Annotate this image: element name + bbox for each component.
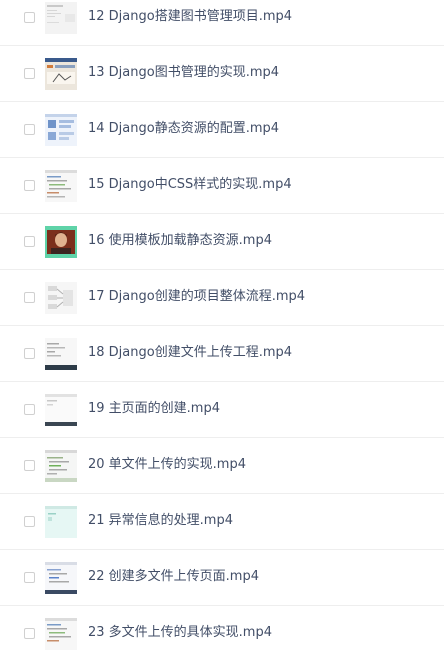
select-checkbox[interactable] — [24, 68, 35, 79]
file-name[interactable]: 15 Django中CSS样式的实现.mp4 — [88, 176, 292, 194]
list-item[interactable]: 16 使用模板加载静态资源.mp4 — [0, 214, 444, 270]
code-blue-icon — [45, 562, 77, 594]
flow-diagram-icon — [45, 282, 77, 314]
blue-diagram-icon — [45, 114, 77, 146]
file-name[interactable]: 22 创建多文件上传页面.mp4 — [88, 568, 259, 586]
select-checkbox[interactable] — [24, 516, 35, 527]
list-item[interactable]: 14 Django静态资源的配置.mp4 — [0, 102, 444, 158]
presenter-photo-icon — [45, 226, 77, 258]
select-checkbox[interactable] — [24, 628, 35, 639]
light-cyan-page-icon — [45, 506, 77, 538]
file-name[interactable]: 21 异常信息的处理.mp4 — [88, 512, 233, 530]
list-item[interactable]: 13 Django图书管理的实现.mp4 — [0, 46, 444, 102]
list-item[interactable]: 17 Django创建的项目整体流程.mp4 — [0, 270, 444, 326]
select-checkbox[interactable] — [24, 404, 35, 415]
blank-page-icon — [45, 394, 77, 426]
list-item[interactable]: 15 Django中CSS样式的实现.mp4 — [0, 158, 444, 214]
file-name[interactable]: 20 单文件上传的实现.mp4 — [88, 456, 246, 474]
code-green-icon — [45, 450, 77, 482]
file-name[interactable]: 23 多文件上传的具体实现.mp4 — [88, 624, 272, 642]
select-checkbox[interactable] — [24, 572, 35, 583]
select-checkbox[interactable] — [24, 180, 35, 191]
file-name[interactable]: 17 Django创建的项目整体流程.mp4 — [88, 288, 305, 306]
file-name[interactable]: 14 Django静态资源的配置.mp4 — [88, 120, 279, 138]
select-checkbox[interactable] — [24, 292, 35, 303]
file-name[interactable]: 19 主页面的创建.mp4 — [88, 400, 220, 418]
code-editor-icon — [45, 170, 77, 202]
list-item[interactable]: 23 多文件上传的具体实现.mp4 — [0, 606, 444, 652]
file-name[interactable]: 16 使用模板加载静态资源.mp4 — [88, 232, 272, 250]
select-checkbox[interactable] — [24, 460, 35, 471]
file-name[interactable]: 13 Django图书管理的实现.mp4 — [88, 64, 279, 82]
list-item[interactable]: 18 Django创建文件上传工程.mp4 — [0, 326, 444, 382]
select-checkbox[interactable] — [24, 124, 35, 135]
browser-page-icon — [45, 58, 77, 90]
list-item[interactable]: 20 单文件上传的实现.mp4 — [0, 438, 444, 494]
doc-light-icon — [45, 2, 77, 34]
select-checkbox[interactable] — [24, 12, 35, 23]
select-checkbox[interactable] — [24, 236, 35, 247]
ide-dark-bar-icon — [45, 338, 77, 370]
list-item[interactable]: 22 创建多文件上传页面.mp4 — [0, 550, 444, 606]
list-item[interactable]: 21 异常信息的处理.mp4 — [0, 494, 444, 550]
select-checkbox[interactable] — [24, 348, 35, 359]
file-list: 12 Django搭建图书管理项目.mp4 13 Django图书管理的实现.m… — [0, 0, 444, 652]
code-editor-icon — [45, 618, 77, 650]
file-name[interactable]: 12 Django搭建图书管理项目.mp4 — [88, 8, 292, 26]
list-item[interactable]: 12 Django搭建图书管理项目.mp4 — [0, 0, 444, 46]
file-name[interactable]: 18 Django创建文件上传工程.mp4 — [88, 344, 292, 362]
list-item[interactable]: 19 主页面的创建.mp4 — [0, 382, 444, 438]
